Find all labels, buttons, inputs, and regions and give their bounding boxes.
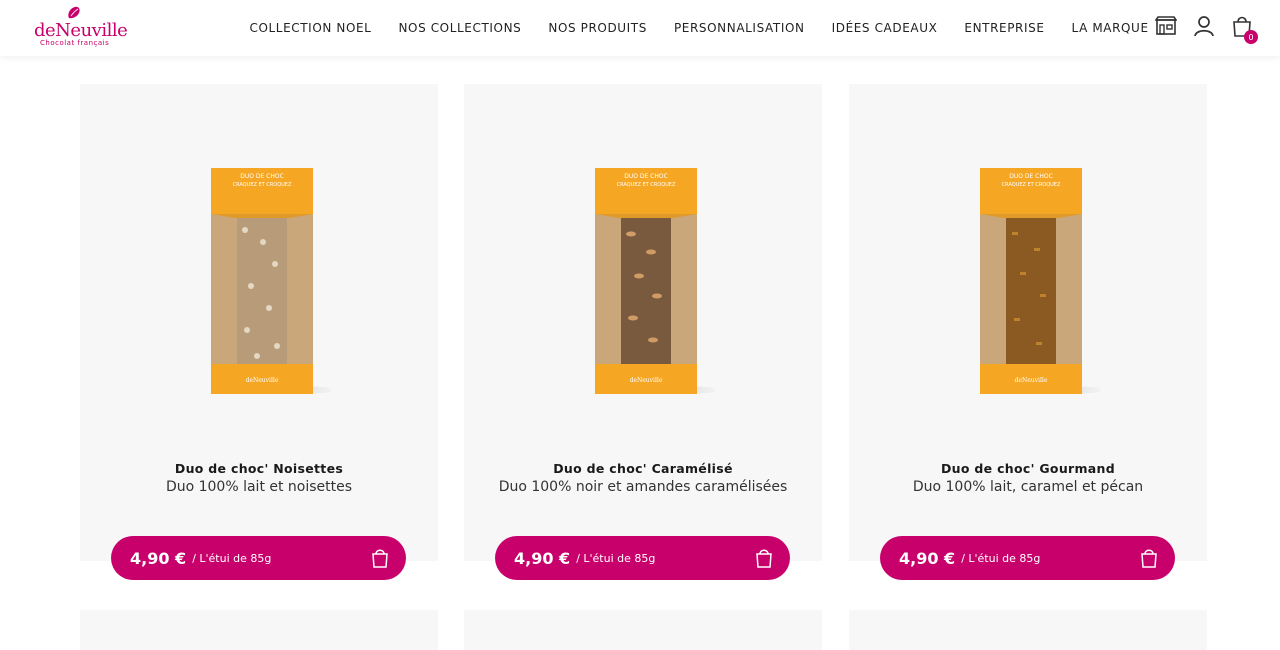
packaging-line2: CRAQUEZ ET CROQUEZ <box>1002 182 1061 188</box>
main-nav: COLLECTION NOEL NOS COLLECTIONS NOS PROD… <box>236 0 1162 56</box>
unit-label: / L'étui de 85g <box>961 551 1041 565</box>
nav-entreprise[interactable]: ENTREPRISE <box>964 21 1044 35</box>
unit-label: / L'étui de 85g <box>576 551 656 565</box>
product-title[interactable]: Duo de choc' Noisettes <box>80 461 438 476</box>
packaging-line1: DUO DE CHOC <box>1009 173 1053 180</box>
product-card-next-row[interactable] <box>80 610 438 650</box>
product-title[interactable]: Duo de choc' Gourmand <box>849 461 1207 476</box>
packaging-logo: deNeuville <box>246 377 279 384</box>
site-header: deNeuville Chocolat français COLLECTION … <box>0 0 1280 56</box>
nav-idees-cadeaux[interactable]: IDÉES CADEAUX <box>832 21 938 35</box>
price: 4,90 € <box>899 548 956 568</box>
brand-name: deNeuville <box>34 20 128 41</box>
product-subtitle: Duo 100% lait et noisettes <box>165 479 353 495</box>
product-card[interactable]: DUO DE CHOC CRAQUEZ ET CROQUEZ deNeuvill… <box>464 84 822 580</box>
cart-count-badge: 0 <box>1244 30 1258 44</box>
add-to-cart-button[interactable]: 4,90 € / L'étui de 85g <box>880 536 1175 580</box>
header-icons: 0 <box>1142 10 1258 44</box>
packaging-line2: CRAQUEZ ET CROQUEZ <box>233 182 292 188</box>
product-image[interactable]: DUO DE CHOC CRAQUEZ ET CROQUEZ deNeuvill… <box>211 168 331 394</box>
add-to-cart-button[interactable]: 4,90 € / L'étui de 85g <box>495 536 790 580</box>
product-card-next-row[interactable] <box>464 610 822 650</box>
packaging-logo: deNeuville <box>1015 377 1048 384</box>
price: 4,90 € <box>130 548 187 568</box>
shopping-bag-icon <box>756 549 772 568</box>
product-image[interactable]: DUO DE CHOC CRAQUEZ ET CROQUEZ deNeuvill… <box>595 168 715 394</box>
packaging-line1: DUO DE CHOC <box>624 173 668 180</box>
unit-label: / L'étui de 85g <box>192 551 272 565</box>
product-card[interactable]: DUO DE CHOC CRAQUEZ ET CROQUEZ deNeuvill… <box>80 84 438 580</box>
nav-nos-collections[interactable]: NOS COLLECTIONS <box>398 21 521 35</box>
nav-personnalisation[interactable]: PERSONNALISATION <box>674 21 805 35</box>
price: 4,90 € <box>514 548 571 568</box>
packaging-line1: DUO DE CHOC <box>240 173 284 180</box>
packaging-logo: deNeuville <box>630 377 663 384</box>
brand-logo[interactable]: deNeuville Chocolat français <box>34 6 128 50</box>
product-subtitle: Duo 100% noir et amandes caramélisées <box>498 479 788 495</box>
user-icon[interactable] <box>1190 12 1218 40</box>
product-subtitle: Duo 100% lait, caramel et pécan <box>912 479 1144 495</box>
nav-nos-produits[interactable]: NOS PRODUITS <box>548 21 647 35</box>
store-icon[interactable] <box>1152 12 1180 40</box>
shopping-bag-icon[interactable]: 0 <box>1228 12 1258 44</box>
packaging-line2: CRAQUEZ ET CROQUEZ <box>617 182 676 188</box>
shopping-bag-icon <box>372 549 388 568</box>
brand-tagline: Chocolat français <box>40 39 110 47</box>
product-title[interactable]: Duo de choc' Caramélisé <box>464 461 822 476</box>
product-image[interactable]: DUO DE CHOC CRAQUEZ ET CROQUEZ deNeuvill… <box>980 168 1100 394</box>
shopping-bag-icon <box>1141 549 1157 568</box>
product-card-next-row[interactable] <box>849 610 1207 650</box>
nav-collection-noel[interactable]: COLLECTION NOEL <box>250 21 372 35</box>
product-card[interactable]: DUO DE CHOC CRAQUEZ ET CROQUEZ deNeuvill… <box>849 84 1207 580</box>
add-to-cart-button[interactable]: 4,90 € / L'étui de 85g <box>111 536 406 580</box>
cocoa-bean-icon <box>68 6 80 19</box>
nav-la-marque[interactable]: LA MARQUE <box>1072 21 1149 35</box>
